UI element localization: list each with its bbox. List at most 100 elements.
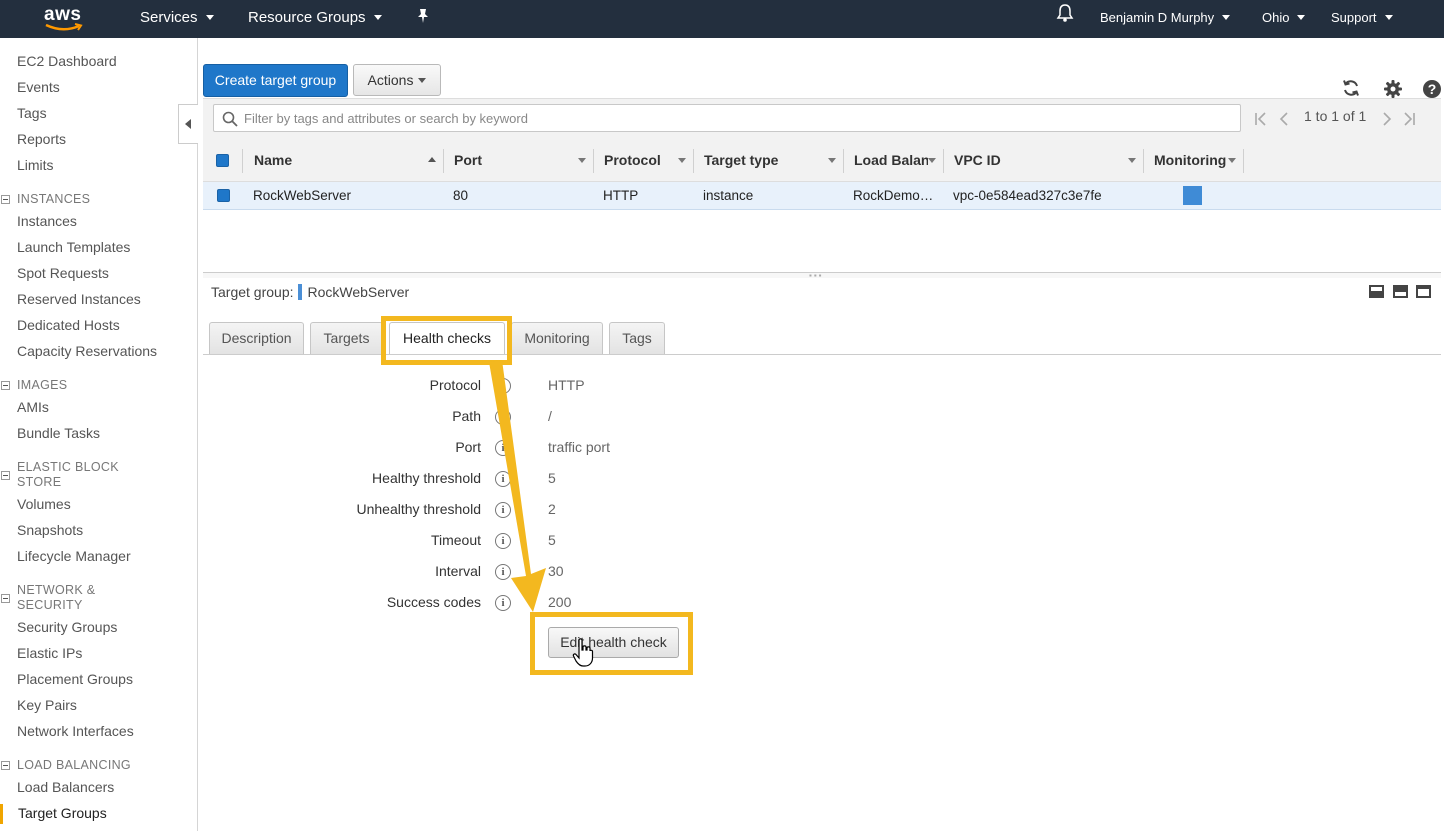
collapse-section-icon[interactable] bbox=[1, 471, 10, 480]
sidebar-item-instances[interactable]: Instances bbox=[17, 213, 77, 229]
info-icon[interactable]: i bbox=[495, 502, 511, 518]
tab-targets[interactable]: Targets bbox=[310, 322, 383, 354]
collapse-section-icon[interactable] bbox=[1, 195, 10, 204]
sidebar-item-bundle-tasks[interactable]: Bundle Tasks bbox=[17, 425, 100, 441]
sidebar-item-capacity-reservations[interactable]: Capacity Reservations bbox=[17, 343, 157, 359]
user-menu[interactable]: Benjamin D Murphy bbox=[1100, 0, 1231, 38]
user-name: Benjamin D Murphy bbox=[1100, 10, 1215, 25]
chevron-down-icon bbox=[418, 77, 427, 83]
sidebar-item-network-interfaces[interactable]: Network Interfaces bbox=[17, 723, 134, 739]
create-target-group-button[interactable]: Create target group bbox=[203, 64, 348, 97]
active-indicator bbox=[0, 804, 3, 824]
sidebar-item-elastic-ips[interactable]: Elastic IPs bbox=[17, 645, 82, 661]
sidebar-item-amis[interactable]: AMIs bbox=[17, 399, 49, 415]
target-group-label: Target group: bbox=[211, 284, 294, 300]
cell-load-balancer[interactable]: RockDemo… bbox=[853, 182, 933, 210]
sidebar-item-key-pairs[interactable]: Key Pairs bbox=[17, 697, 77, 713]
sort-ascending-icon[interactable] bbox=[428, 157, 436, 162]
sidebar-collapse-button[interactable] bbox=[178, 104, 198, 144]
pagination-text: 1 to 1 of 1 bbox=[1304, 108, 1367, 124]
row-checkbox[interactable] bbox=[217, 189, 230, 202]
info-icon[interactable]: i bbox=[495, 595, 511, 611]
help-icon[interactable]: ? bbox=[1422, 79, 1442, 99]
column-header-load-balancer[interactable]: Load Balanc bbox=[854, 140, 928, 182]
collapse-section-icon[interactable] bbox=[1, 594, 10, 603]
sidebar-item-reserved-instances[interactable]: Reserved Instances bbox=[17, 291, 141, 307]
info-icon[interactable]: i bbox=[495, 440, 511, 456]
sidebar-item-target-groups[interactable]: Target Groups bbox=[18, 805, 107, 821]
table-row[interactable]: RockWebServer 80 HTTP instance RockDemo…… bbox=[203, 182, 1441, 210]
search-field[interactable] bbox=[213, 104, 1241, 132]
section-title-line: STORE bbox=[17, 475, 62, 489]
sort-icon[interactable] bbox=[828, 158, 836, 163]
tab-monitoring[interactable]: Monitoring bbox=[511, 322, 603, 354]
column-header-vpc-id[interactable]: VPC ID bbox=[954, 140, 1001, 182]
sidebar-item-tags[interactable]: Tags bbox=[17, 105, 47, 121]
panel-split-view-icon[interactable] bbox=[1393, 285, 1408, 298]
next-page-icon[interactable] bbox=[1381, 112, 1393, 126]
sidebar-item-ec2-dashboard[interactable]: EC2 Dashboard bbox=[17, 53, 117, 69]
info-icon[interactable]: i bbox=[495, 378, 511, 394]
last-page-icon[interactable] bbox=[1402, 112, 1416, 126]
select-all-checkbox[interactable] bbox=[216, 154, 229, 167]
section-images: IMAGES bbox=[17, 378, 68, 392]
target-group-name: RockWebServer bbox=[307, 284, 410, 300]
search-input[interactable] bbox=[244, 109, 1224, 127]
resource-groups-label: Resource Groups bbox=[248, 9, 366, 26]
sidebar-item-limits[interactable]: Limits bbox=[17, 157, 54, 173]
column-header-target-type[interactable]: Target type bbox=[704, 140, 778, 182]
sidebar-item-load-balancers[interactable]: Load Balancers bbox=[17, 779, 114, 795]
sort-icon[interactable] bbox=[928, 158, 936, 163]
cell-port: 80 bbox=[453, 188, 469, 203]
panel-bottom-view-icon[interactable] bbox=[1369, 285, 1384, 298]
sidebar-item-volumes[interactable]: Volumes bbox=[17, 496, 71, 512]
chevron-down-icon bbox=[1297, 15, 1306, 21]
sidebar-item-spot-requests[interactable]: Spot Requests bbox=[17, 265, 109, 281]
aws-logo[interactable]: aws bbox=[44, 3, 88, 35]
resource-groups-menu[interactable]: Resource Groups bbox=[248, 0, 382, 38]
column-header-port[interactable]: Port bbox=[454, 140, 482, 182]
region-menu[interactable]: Ohio bbox=[1262, 0, 1306, 38]
refresh-icon[interactable] bbox=[1341, 78, 1361, 98]
column-header-monitoring[interactable]: Monitoring bbox=[1154, 140, 1226, 182]
pin-icon[interactable] bbox=[416, 2, 430, 40]
collapse-section-icon[interactable] bbox=[1, 381, 10, 390]
first-page-icon[interactable] bbox=[1254, 112, 1268, 126]
monitoring-icon[interactable] bbox=[1183, 186, 1202, 205]
support-menu[interactable]: Support bbox=[1331, 0, 1393, 38]
sidebar-item-launch-templates[interactable]: Launch Templates bbox=[17, 239, 130, 255]
sidebar-item-snapshots[interactable]: Snapshots bbox=[17, 522, 83, 538]
field-label-success-codes: Success codes bbox=[386, 594, 481, 610]
tab-tags[interactable]: Tags bbox=[609, 322, 665, 354]
services-menu[interactable]: Services bbox=[140, 0, 214, 38]
cell-vpc-id: vpc-0e584ead327c3e7fe bbox=[953, 188, 1102, 203]
field-value-timeout: 5 bbox=[548, 532, 556, 548]
panel-resize-handle[interactable]: ▪▪▪ bbox=[203, 272, 1441, 280]
collapse-section-icon[interactable] bbox=[1, 761, 10, 770]
panel-maximize-icon[interactable] bbox=[1416, 285, 1431, 298]
info-icon[interactable]: i bbox=[495, 533, 511, 549]
sidebar-item-dedicated-hosts[interactable]: Dedicated Hosts bbox=[17, 317, 120, 333]
cell-protocol: HTTP bbox=[603, 188, 639, 203]
sidebar-item-events[interactable]: Events bbox=[17, 79, 60, 95]
field-value-interval: 30 bbox=[548, 563, 564, 579]
column-header-protocol[interactable]: Protocol bbox=[604, 140, 661, 182]
sidebar-item-reports[interactable]: Reports bbox=[17, 131, 66, 147]
sort-icon[interactable] bbox=[1128, 158, 1136, 163]
info-icon[interactable]: i bbox=[495, 471, 511, 487]
column-header-name[interactable]: Name bbox=[254, 140, 292, 182]
sidebar-item-lifecycle-manager[interactable]: Lifecycle Manager bbox=[17, 548, 131, 564]
sort-icon[interactable] bbox=[678, 158, 686, 163]
gear-icon[interactable] bbox=[1383, 79, 1403, 99]
previous-page-icon[interactable] bbox=[1278, 112, 1290, 126]
info-icon[interactable]: i bbox=[495, 409, 511, 425]
sort-icon[interactable] bbox=[578, 158, 586, 163]
sort-icon[interactable] bbox=[1228, 158, 1236, 163]
sidebar-item-security-groups[interactable]: Security Groups bbox=[17, 619, 117, 635]
info-icon[interactable]: i bbox=[495, 564, 511, 580]
tab-description[interactable]: Description bbox=[209, 322, 304, 354]
bell-icon[interactable] bbox=[1056, 1, 1074, 39]
actions-dropdown-button[interactable]: Actions bbox=[353, 64, 441, 96]
sidebar-item-placement-groups[interactable]: Placement Groups bbox=[17, 671, 133, 687]
chevron-down-icon bbox=[1384, 15, 1393, 21]
